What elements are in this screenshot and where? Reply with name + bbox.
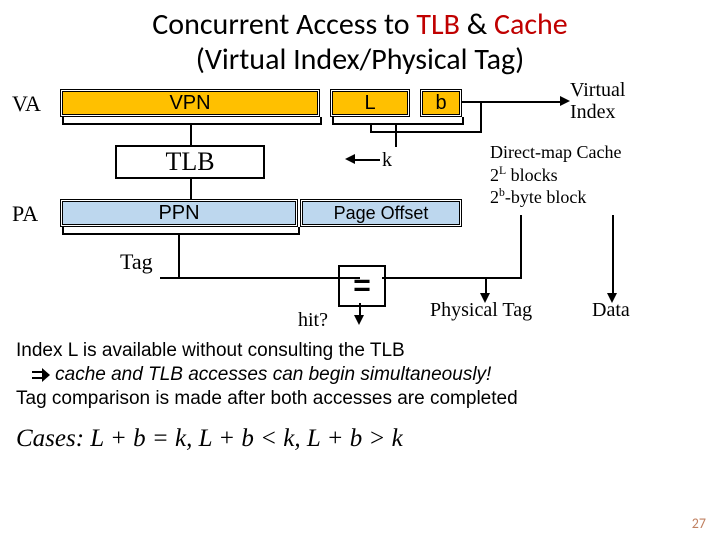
page-offset-field: Page Offset — [302, 201, 460, 225]
va-label: VA — [12, 91, 41, 117]
k-label: k — [382, 149, 392, 172]
ppn-field: PPN — [62, 201, 296, 225]
vpn-field: VPN — [62, 91, 318, 115]
cases-line: Cases: L + b = k, L + b < k, L + b > k — [16, 425, 403, 453]
comparator-box: = — [338, 265, 386, 307]
b-field: b — [422, 91, 460, 115]
virtual-index-label: Virtual Index — [570, 79, 625, 123]
pa-label: PA — [12, 201, 38, 227]
hit-label: hit? — [298, 309, 328, 332]
slide-title: Concurrent Access to TLB & Cache (Virtua… — [0, 0, 720, 77]
body-text: Index L is available without consulting … — [16, 339, 706, 410]
page-number: 27 — [692, 515, 706, 532]
tlb-box: TLB — [115, 145, 265, 179]
diagram-canvas: VA VPN L b Virtual Index TLB k Direct-ma… — [0, 77, 720, 507]
cache-desc: Direct-map Cache 2L blocks 2b-byte block — [490, 141, 621, 209]
tag-label: Tag — [120, 249, 153, 275]
L-field: L — [332, 91, 408, 115]
